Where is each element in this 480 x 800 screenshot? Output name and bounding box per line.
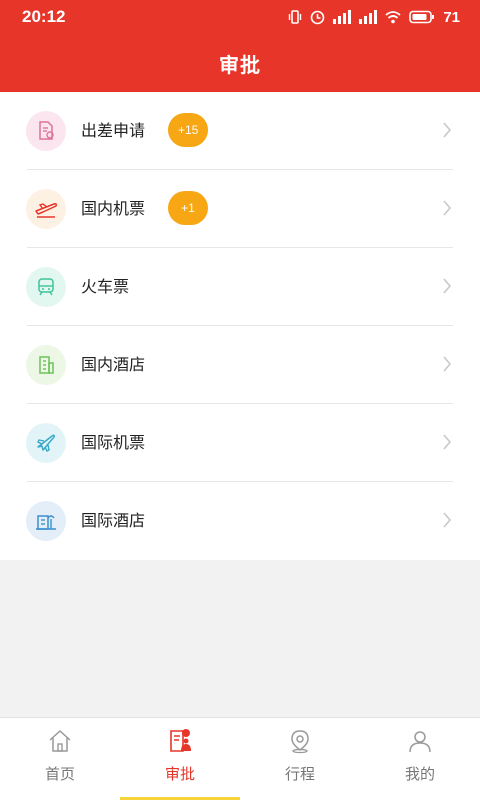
- count-badge: +1: [168, 191, 208, 225]
- item-label: 国内机票: [81, 199, 146, 218]
- battery-level: 71: [443, 8, 460, 26]
- chevron-right-icon: [443, 356, 452, 372]
- location-pin-icon: [291, 730, 309, 754]
- item-label: 国际酒店: [81, 511, 146, 530]
- tab-itinerary[interactable]: 行程: [240, 718, 360, 800]
- tab-label: 行程: [284, 765, 315, 783]
- tab-mine[interactable]: 我的: [360, 718, 480, 800]
- chevron-right-icon: [443, 512, 452, 528]
- tab-approval[interactable]: 审批: [120, 718, 240, 800]
- vibrate-icon: [289, 10, 302, 24]
- plane-takeoff-icon: [26, 189, 66, 229]
- item-label: 火车票: [81, 277, 130, 296]
- status-bar: 20:12 71: [0, 0, 480, 34]
- count-badge: +15: [168, 113, 209, 147]
- airplane-icon: [26, 423, 66, 463]
- battery-icon: [409, 10, 435, 24]
- item-label: 出差申请: [81, 121, 146, 140]
- signal-icon: [333, 10, 352, 24]
- status-icons: 71: [288, 9, 460, 26]
- home-icon: [49, 730, 71, 752]
- user-icon: [409, 731, 431, 753]
- chevron-right-icon: [443, 200, 452, 216]
- tab-home[interactable]: 首页: [0, 718, 120, 800]
- train-icon: [26, 267, 66, 307]
- document-stamp-icon: [26, 111, 66, 151]
- tab-label: 首页: [44, 765, 75, 783]
- chevron-right-icon: [443, 278, 452, 294]
- list-item-international-hotel[interactable]: 国际酒店: [0, 482, 480, 560]
- signal-icon-2: [359, 10, 378, 24]
- wifi-icon: [385, 11, 401, 24]
- status-time: 20:12: [22, 7, 66, 26]
- item-label: 国内酒店: [81, 355, 146, 374]
- chevron-right-icon: [443, 434, 452, 450]
- list-item-domestic-flight[interactable]: 国内机票 +1: [0, 170, 480, 248]
- international-hotel-icon: [26, 501, 66, 541]
- approval-list: 出差申请 +15 国内机票 +1 火车票 国内酒店 国际机票 国际酒店: [0, 92, 480, 560]
- tab-label: 审批: [164, 765, 195, 783]
- list-item-train-ticket[interactable]: 火车票: [0, 248, 480, 326]
- app-header: 审批: [0, 34, 480, 92]
- chevron-right-icon: [443, 122, 452, 138]
- tab-label: 我的: [404, 765, 435, 783]
- list-item-international-flight[interactable]: 国际机票: [0, 404, 480, 482]
- page-title: 审批: [219, 52, 261, 77]
- list-item-business-trip[interactable]: 出差申请 +15: [0, 92, 480, 170]
- hotel-building-icon: [26, 345, 66, 385]
- alarm-icon: [311, 10, 325, 24]
- item-label: 国际机票: [81, 433, 146, 452]
- bottom-tab-bar: 首页 审批 行程 我的: [0, 717, 480, 800]
- approval-icon: [170, 729, 191, 752]
- list-item-domestic-hotel[interactable]: 国内酒店: [0, 326, 480, 404]
